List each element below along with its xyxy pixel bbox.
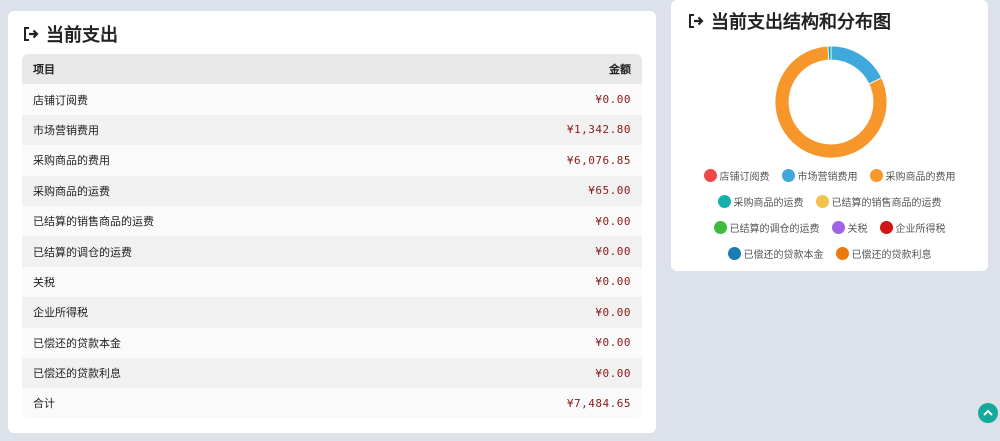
legend-label: 已结算的销售商品的运费 (831, 197, 942, 209)
table-total-row: 合计 ¥7,484.65 (22, 388, 642, 419)
row-amount: ¥0.00 (595, 366, 631, 380)
legend-dot (831, 220, 845, 234)
table-row: 店铺订阅费 ¥0.00 (22, 84, 642, 115)
donut-slice[interactable] (827, 45, 832, 61)
legend-dot (879, 220, 893, 234)
table-row: 采购商品的运费 ¥65.00 (22, 175, 642, 206)
legend-dot (713, 220, 727, 234)
legend-item[interactable]: 已偿还的贷款利息 (835, 246, 932, 261)
legend-dot (835, 246, 849, 260)
legend-dot (703, 168, 717, 182)
row-amount: ¥0.00 (595, 93, 631, 107)
table-row: 关税 ¥0.00 (22, 266, 642, 298)
expenses-title: 当前支出 (22, 21, 118, 47)
row-amount: ¥0.00 (595, 336, 631, 350)
sign-out-icon (24, 27, 39, 41)
chevron-up-icon (983, 409, 993, 416)
legend-label: 已结算的调仓的运费 (729, 223, 820, 235)
current-expenses-card: 当前支出 项目 金额 店铺订阅费 ¥0.00 市场营销费用 ¥1,342.80 … (8, 11, 656, 433)
row-item: 市场营销费用 (33, 123, 99, 137)
legend-item[interactable]: 已结算的调仓的运费 (713, 220, 820, 235)
row-amount: ¥0.00 (595, 214, 631, 228)
table-row: 已结算的调仓的运费 ¥0.00 (22, 236, 642, 267)
table-row: 采购商品的费用 ¥6,076.85 (22, 145, 642, 176)
row-amount: ¥1,342.80 (566, 123, 631, 137)
row-amount: ¥6,076.85 (566, 153, 631, 167)
table-row: 已结算的销售商品的运费 ¥0.00 (22, 205, 642, 237)
legend-label: 企业所得税 (895, 223, 946, 235)
legend-item[interactable]: 已结算的销售商品的运费 (815, 194, 942, 209)
legend-label: 市场营销费用 (797, 171, 858, 183)
chart-legend: 店铺订阅费 市场营销费用 采购商品的费用 采购商品的运费 已结算的销售商品的运费 (671, 162, 988, 266)
row-item: 已偿还的贷款本金 (33, 336, 121, 350)
header-item: 项目 (33, 63, 55, 77)
row-amount: ¥65.00 (588, 184, 631, 198)
table-row: 已偿还的贷款本金 ¥0.00 (22, 327, 642, 358)
sign-out-icon (689, 14, 704, 28)
donut-slice[interactable] (830, 45, 883, 85)
legend-item[interactable]: 企业所得税 (879, 220, 946, 235)
row-item: 已偿还的贷款利息 (33, 367, 121, 381)
legend-item[interactable]: 已偿还的贷款本金 (727, 246, 824, 261)
legend-label: 采购商品的运费 (733, 197, 804, 209)
legend-label: 已偿还的贷款本金 (743, 249, 824, 261)
legend-item[interactable]: 采购商品的费用 (869, 168, 956, 183)
row-item: 采购商品的费用 (33, 154, 110, 168)
row-item: 采购商品的运费 (33, 184, 110, 198)
row-item: 关税 (33, 275, 55, 289)
legend-item[interactable]: 市场营销费用 (781, 168, 858, 183)
row-amount: ¥0.00 (595, 305, 631, 319)
table-row: 市场营销费用 ¥1,342.80 (22, 114, 642, 146)
row-item: 已结算的销售商品的运费 (33, 215, 154, 229)
total-amount: ¥7,484.65 (566, 396, 631, 410)
expenses-title-text: 当前支出 (46, 25, 118, 46)
table-row: 企业所得税 ¥0.00 (22, 297, 642, 328)
legend-dot (869, 168, 883, 182)
legend-row: 已结算的调仓的运费 关税 企业所得税 (671, 214, 988, 240)
structure-title: 当前支出结构和分布图 (687, 8, 891, 34)
row-item: 店铺订阅费 (33, 93, 88, 107)
row-item: 企业所得税 (33, 306, 88, 320)
donut-chart[interactable] (771, 42, 891, 162)
structure-title-text: 当前支出结构和分布图 (711, 12, 891, 33)
legend-dot (781, 168, 795, 182)
legend-row: 店铺订阅费 市场营销费用 采购商品的费用 (671, 162, 988, 188)
legend-item[interactable]: 采购商品的运费 (717, 194, 804, 209)
row-item: 已结算的调仓的运费 (33, 245, 132, 259)
expenses-table: 项目 金额 店铺订阅费 ¥0.00 市场营销费用 ¥1,342.80 采购商品的… (22, 54, 642, 419)
table-header: 项目 金额 (22, 54, 642, 85)
table-row: 已偿还的贷款利息 ¥0.00 (22, 357, 642, 389)
legend-row: 已偿还的贷款本金 已偿还的贷款利息 (671, 240, 988, 266)
legend-item[interactable]: 关税 (831, 220, 868, 235)
scroll-to-top-button[interactable] (978, 403, 998, 423)
legend-dot (717, 194, 731, 208)
legend-label: 采购商品的费用 (885, 171, 956, 183)
legend-label: 关税 (847, 223, 868, 235)
legend-label: 已偿还的贷款利息 (851, 249, 932, 261)
row-amount: ¥0.00 (595, 245, 631, 259)
legend-dot (815, 194, 829, 208)
legend-dot (727, 246, 741, 260)
row-amount: ¥0.00 (595, 275, 631, 289)
legend-row: 采购商品的运费 已结算的销售商品的运费 (671, 188, 988, 214)
header-amount: 金额 (609, 63, 631, 77)
legend-item[interactable]: 店铺订阅费 (703, 168, 770, 183)
total-label: 合计 (33, 397, 55, 411)
legend-label: 店铺订阅费 (719, 171, 770, 183)
expense-structure-card: 当前支出结构和分布图 店铺订阅费 市场营销费用 采购商品的费用 采购商品的运费 (671, 0, 988, 271)
